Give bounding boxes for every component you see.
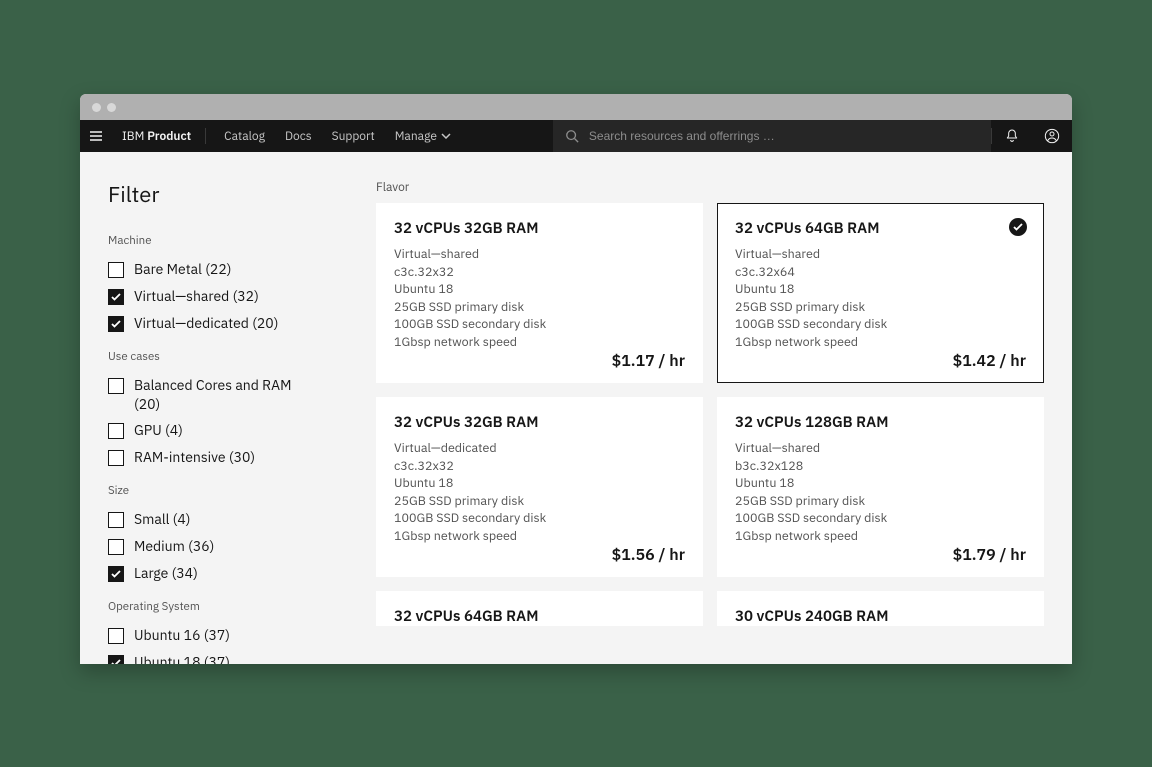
flavor-card-price: $1.42 / hr: [953, 351, 1026, 371]
check-icon: [111, 570, 121, 578]
checkbox[interactable]: [108, 378, 124, 394]
nav-links: Catalog Docs Support Manage: [210, 129, 465, 144]
flavor-card-price: $1.56 / hr: [612, 545, 685, 565]
nav-docs[interactable]: Docs: [285, 129, 312, 144]
flavor-panel: Flavor 32 vCPUs 32GB RAM Virtual—sharedc3…: [376, 180, 1044, 664]
user-icon: [1044, 128, 1060, 144]
nav-manage[interactable]: Manage: [395, 129, 451, 144]
menu-button[interactable]: [80, 128, 112, 144]
filter-sidebar: Filter Machine Bare Metal (22) Virtual—sha…: [108, 180, 376, 664]
search-area[interactable]: [553, 120, 991, 152]
filter-machine-2[interactable]: Virtual—dedicated (20): [108, 310, 360, 337]
window-minimize-dot[interactable]: [107, 103, 116, 112]
flavor-card-title: 32 vCPUs 32GB RAM: [394, 219, 685, 238]
page-title: Filter: [108, 180, 360, 209]
filter-label: Balanced Cores and RAM (20): [134, 376, 304, 414]
filter-os-0[interactable]: Ubuntu 16 (37): [108, 622, 360, 649]
checkbox[interactable]: [108, 628, 124, 644]
flavor-card-title: 32 vCPUs 64GB RAM: [735, 219, 1026, 238]
filter-label: Bare Metal (22): [134, 260, 231, 279]
nav-manage-label: Manage: [395, 129, 437, 144]
nav-catalog-label: Catalog: [224, 129, 265, 144]
filter-label: Large (34): [134, 564, 198, 583]
checkbox[interactable]: [108, 655, 124, 664]
check-icon: [111, 320, 121, 328]
filter-label: Virtual—shared (32): [134, 287, 259, 306]
filter-label: Ubuntu 16 (37): [134, 626, 230, 645]
flavor-card-specs: Virtual—dedicatedc3c.32x32Ubuntu 1825GB …: [394, 440, 685, 545]
flavor-card-0[interactable]: 32 vCPUs 32GB RAM Virtual—sharedc3c.32x32…: [376, 203, 703, 383]
flavor-card-2[interactable]: 32 vCPUs 32GB RAM Virtual—dedicatedc3c.32…: [376, 397, 703, 577]
nav-separator: [205, 128, 206, 144]
flavor-grid: 32 vCPUs 32GB RAM Virtual—sharedc3c.32x32…: [376, 203, 1044, 626]
nav-support[interactable]: Support: [332, 129, 375, 144]
nav-support-label: Support: [332, 129, 375, 144]
flavor-card-title: 32 vCPUs 128GB RAM: [735, 413, 1026, 432]
flavor-card-title: 30 vCPUs 240GB RAM: [735, 607, 1026, 626]
filter-size-0[interactable]: Small (4): [108, 506, 360, 533]
window-chrome: [80, 94, 1072, 120]
checkbox[interactable]: [108, 316, 124, 332]
flavor-card-1[interactable]: 32 vCPUs 64GB RAM Virtual—sharedc3c.32x64…: [717, 203, 1044, 383]
filter-label: RAM-intensive (30): [134, 448, 255, 467]
filter-group-label-use_cases: Use cases: [108, 349, 360, 364]
filter-label: Medium (36): [134, 537, 214, 556]
flavor-card-price: $1.17 / hr: [612, 351, 685, 371]
flavor-card-4[interactable]: 32 vCPUs 64GB RAM: [376, 591, 703, 626]
brand-company: IBM: [122, 129, 144, 144]
check-icon: [111, 659, 121, 664]
flavor-card-5[interactable]: 30 vCPUs 240GB RAM: [717, 591, 1044, 626]
flavor-card-title: 32 vCPUs 64GB RAM: [394, 607, 685, 626]
filter-label: Small (4): [134, 510, 190, 529]
flavor-card-specs: Virtual—sharedc3c.32x32Ubuntu 1825GB SSD…: [394, 246, 685, 351]
window-close-dot[interactable]: [92, 103, 101, 112]
nav-docs-label: Docs: [285, 129, 312, 144]
checkbox[interactable]: [108, 262, 124, 278]
filter-machine-1[interactable]: Virtual—shared (32): [108, 283, 360, 310]
bell-icon: [1004, 128, 1020, 144]
chevron-down-icon: [441, 133, 451, 139]
check-icon: [1013, 223, 1023, 231]
filter-machine-0[interactable]: Bare Metal (22): [108, 256, 360, 283]
filter-group-label-machine: Machine: [108, 233, 360, 248]
checkbox[interactable]: [108, 289, 124, 305]
checkbox[interactable]: [108, 512, 124, 528]
filter-size-2[interactable]: Large (34): [108, 560, 360, 587]
flavor-card-price: $1.79 / hr: [953, 545, 1026, 565]
filter-label: GPU (4): [134, 421, 183, 440]
flavor-card-specs: Virtual—sharedb3c.32x128Ubuntu 1825GB SS…: [735, 440, 1026, 545]
flavor-card-title: 32 vCPUs 32GB RAM: [394, 413, 685, 432]
filter-label: Virtual—dedicated (20): [134, 314, 278, 333]
flavor-card-3[interactable]: 32 vCPUs 128GB RAM Virtual—sharedb3c.32x1…: [717, 397, 1044, 577]
topnav-right: [991, 128, 1072, 144]
filter-use_cases-1[interactable]: GPU (4): [108, 417, 360, 444]
top-nav: IBM Product Catalog Docs Support Manage: [80, 120, 1072, 152]
browser-window: IBM Product Catalog Docs Support Manage: [80, 94, 1072, 664]
filter-group-label-size: Size: [108, 483, 360, 498]
selected-badge: [1009, 218, 1027, 236]
hamburger-icon: [88, 128, 104, 144]
nav-catalog[interactable]: Catalog: [224, 129, 265, 144]
content: Filter Machine Bare Metal (22) Virtual—sha…: [80, 152, 1072, 664]
checkbox[interactable]: [108, 450, 124, 466]
notifications-button[interactable]: [992, 128, 1032, 144]
check-icon: [111, 293, 121, 301]
checkbox[interactable]: [108, 566, 124, 582]
flavor-card-specs: Virtual—sharedc3c.32x64Ubuntu 1825GB SSD…: [735, 246, 1026, 351]
account-button[interactable]: [1032, 128, 1072, 144]
flavor-label: Flavor: [376, 180, 1044, 195]
filter-label: Ubuntu 18 (37): [134, 653, 230, 664]
checkbox[interactable]: [108, 539, 124, 555]
checkbox[interactable]: [108, 423, 124, 439]
filter-os-1[interactable]: Ubuntu 18 (37): [108, 649, 360, 664]
filter-group-label-os: Operating System: [108, 599, 360, 614]
brand[interactable]: IBM Product: [112, 129, 201, 144]
filter-use_cases-0[interactable]: Balanced Cores and RAM (20): [108, 372, 360, 418]
search-input[interactable]: [589, 129, 979, 143]
brand-product: Product: [147, 129, 191, 144]
filter-size-1[interactable]: Medium (36): [108, 533, 360, 560]
search-icon: [565, 129, 579, 143]
filter-use_cases-2[interactable]: RAM-intensive (30): [108, 444, 360, 471]
